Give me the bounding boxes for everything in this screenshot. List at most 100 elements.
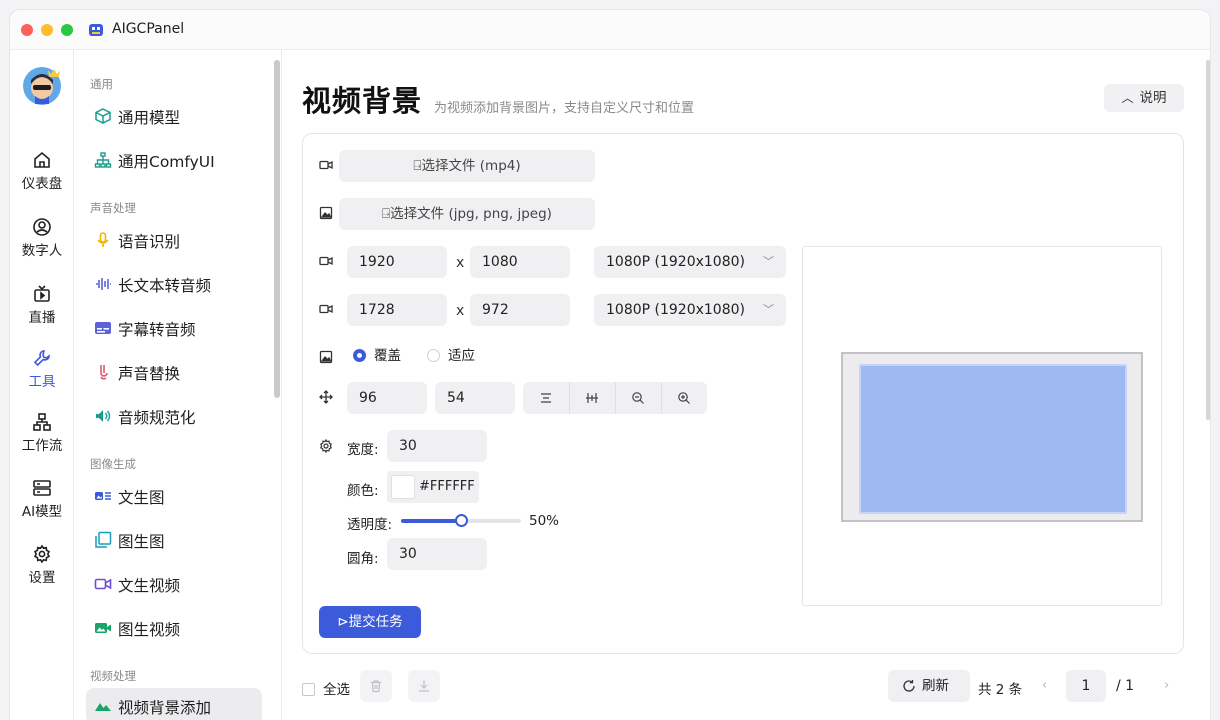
menu-scrollbar[interactable] — [274, 60, 280, 398]
menu-item-label: 字幕转音频 — [118, 321, 196, 339]
dimension-separator: x — [456, 303, 465, 319]
rail-label: 数字人 — [21, 243, 63, 259]
delete-button[interactable] — [360, 670, 392, 702]
rail-item-tools[interactable]: 工具 — [10, 348, 74, 404]
rail-label: AI模型 — [21, 504, 63, 520]
video-icon — [319, 160, 333, 170]
tool-menu: 通用 通用模型 通用ComfyUI 声音处理 语音识别 长文本转音频 字幕转音频… — [74, 50, 282, 720]
color-label: 颜色: — [347, 483, 379, 499]
refresh-button[interactable]: 刷新 — [888, 670, 970, 702]
tv-icon — [34, 285, 50, 302]
previous-page-button[interactable]: ‹ — [1042, 678, 1047, 693]
rail-item-live[interactable]: 直播 — [10, 284, 74, 340]
background-width-input[interactable]: 1920 — [347, 246, 447, 278]
rail-item-workflow[interactable]: 工作流 — [10, 412, 74, 468]
app-title: AIGCPanel — [112, 21, 185, 37]
background-preset-select[interactable]: 1080P (1920x1080) ﹀ — [594, 246, 786, 278]
menu-item-video-background[interactable]: 视频背景添加 — [86, 688, 262, 720]
menu-item-text-to-video[interactable]: 文生视频 — [86, 566, 262, 602]
copy-image-icon — [95, 531, 112, 548]
menu-item-voice-replace[interactable]: 声音替换 — [86, 354, 262, 390]
next-page-button[interactable]: › — [1164, 678, 1169, 693]
avatar[interactable] — [22, 66, 62, 106]
color-swatch — [391, 475, 415, 499]
menu-item-label: 通用模型 — [118, 109, 181, 127]
help-button[interactable]: ︿ 说明 — [1104, 84, 1184, 112]
opacity-slider-handle[interactable] — [455, 514, 468, 527]
color-picker[interactable]: #FFFFFF — [387, 471, 479, 503]
select-video-file-button[interactable]: ⍈选择文件 (mp4) — [339, 150, 595, 182]
align-horizontal-icon — [541, 393, 551, 403]
menu-item-general-comfyui[interactable]: 通用ComfyUI — [86, 142, 262, 178]
opacity-slider[interactable] — [401, 514, 521, 527]
rail-item-ai-model[interactable]: AI模型 — [10, 478, 74, 534]
menu-item-image-to-image[interactable]: 图生图 — [86, 522, 262, 558]
wrench-icon — [33, 350, 50, 367]
menu-item-general-model[interactable]: 通用模型 — [86, 98, 262, 134]
menu-item-long-text-to-audio[interactable]: 长文本转音频 — [86, 266, 262, 302]
zoom-out-button[interactable] — [615, 382, 661, 414]
download-button[interactable] — [408, 670, 440, 702]
refresh-label: 刷新 — [922, 678, 949, 694]
rail-label: 仪表盘 — [21, 176, 63, 192]
move-icon — [319, 390, 333, 404]
gear-icon — [33, 544, 51, 564]
select-video-file-label: 选择文件 (mp4) — [421, 158, 521, 174]
zoom-out-icon — [632, 392, 644, 404]
border-width-input[interactable]: 30 — [387, 430, 487, 462]
page-title: 视频背景 — [302, 84, 423, 118]
menu-item-label: 文生视频 — [118, 577, 181, 595]
zoom-in-button[interactable] — [661, 382, 707, 414]
close-window-button[interactable] — [21, 24, 33, 36]
fit-contain-radio[interactable]: 适应 — [427, 344, 475, 364]
image-icon — [319, 206, 333, 220]
align-center-horizontal-button[interactable] — [523, 382, 569, 414]
background-height-input[interactable]: 1080 — [470, 246, 570, 278]
video-width-input[interactable]: 1728 — [347, 294, 447, 326]
maximize-window-button[interactable] — [61, 24, 73, 36]
layout-preview — [802, 246, 1162, 606]
server-icon — [33, 480, 51, 496]
chevron-down-icon: ﹀ — [763, 255, 774, 268]
rail-item-digital-human[interactable]: 数字人 — [10, 217, 74, 273]
rail-label: 工具 — [28, 374, 56, 390]
submit-task-button[interactable]: ⊳提交任务 — [319, 606, 421, 638]
menu-item-subtitle-to-audio[interactable]: 字幕转音频 — [86, 310, 262, 346]
position-x-input[interactable]: 96 — [347, 382, 427, 414]
rail-label: 设置 — [28, 570, 56, 586]
rail-label: 工作流 — [21, 438, 63, 454]
radius-label: 圆角: — [347, 551, 379, 567]
menu-item-speech-recognition[interactable]: 语音识别 — [86, 222, 262, 258]
menu-item-audio-normalize[interactable]: 音频规范化 — [86, 398, 262, 434]
video-icon — [319, 256, 333, 266]
refresh-icon — [903, 680, 915, 692]
rail-label: 直播 — [28, 310, 56, 326]
menu-item-label: 声音替换 — [118, 365, 181, 383]
fit-contain-label: 适应 — [448, 348, 475, 364]
video-height-input[interactable]: 972 — [470, 294, 570, 326]
position-y-input[interactable]: 54 — [435, 382, 515, 414]
page-number-input[interactable]: 1 — [1066, 670, 1106, 702]
main-content: 视频背景 为视频添加背景图片，支持自定义尺寸和位置 ︿ 说明 ⍈选择文件 (mp4… — [282, 50, 1210, 720]
fit-cover-radio[interactable]: 覆盖 — [353, 344, 401, 364]
align-center-vertical-button[interactable] — [569, 382, 615, 414]
menu-item-image-to-video[interactable]: 图生视频 — [86, 610, 262, 646]
rail-item-dashboard[interactable]: 仪表盘 — [10, 150, 74, 206]
select-all-checkbox[interactable]: 全选 — [302, 678, 350, 698]
menu-group-audio: 声音处理 — [90, 201, 136, 215]
rail-item-settings[interactable]: 设置 — [10, 544, 74, 600]
mountain-icon — [95, 703, 111, 711]
video-preset-select[interactable]: 1080P (1920x1080) ﹀ — [594, 294, 786, 326]
preview-video-area[interactable] — [859, 364, 1127, 514]
waveform-icon — [96, 278, 111, 290]
dimension-separator: x — [456, 255, 465, 271]
radius-input[interactable]: 30 — [387, 538, 487, 570]
menu-item-text-to-image[interactable]: 文生图 — [86, 478, 262, 514]
page-subtitle: 为视频添加背景图片，支持自定义尺寸和位置 — [434, 101, 695, 116]
minimize-window-button[interactable] — [41, 24, 53, 36]
submit-task-label: 提交任务 — [348, 614, 403, 630]
checkbox-box — [302, 683, 315, 696]
select-image-file-button[interactable]: ⍈选择文件 (jpg, png, jpeg) — [339, 198, 595, 230]
menu-item-label: 通用ComfyUI — [118, 153, 215, 171]
main-scrollbar[interactable] — [1206, 60, 1210, 420]
